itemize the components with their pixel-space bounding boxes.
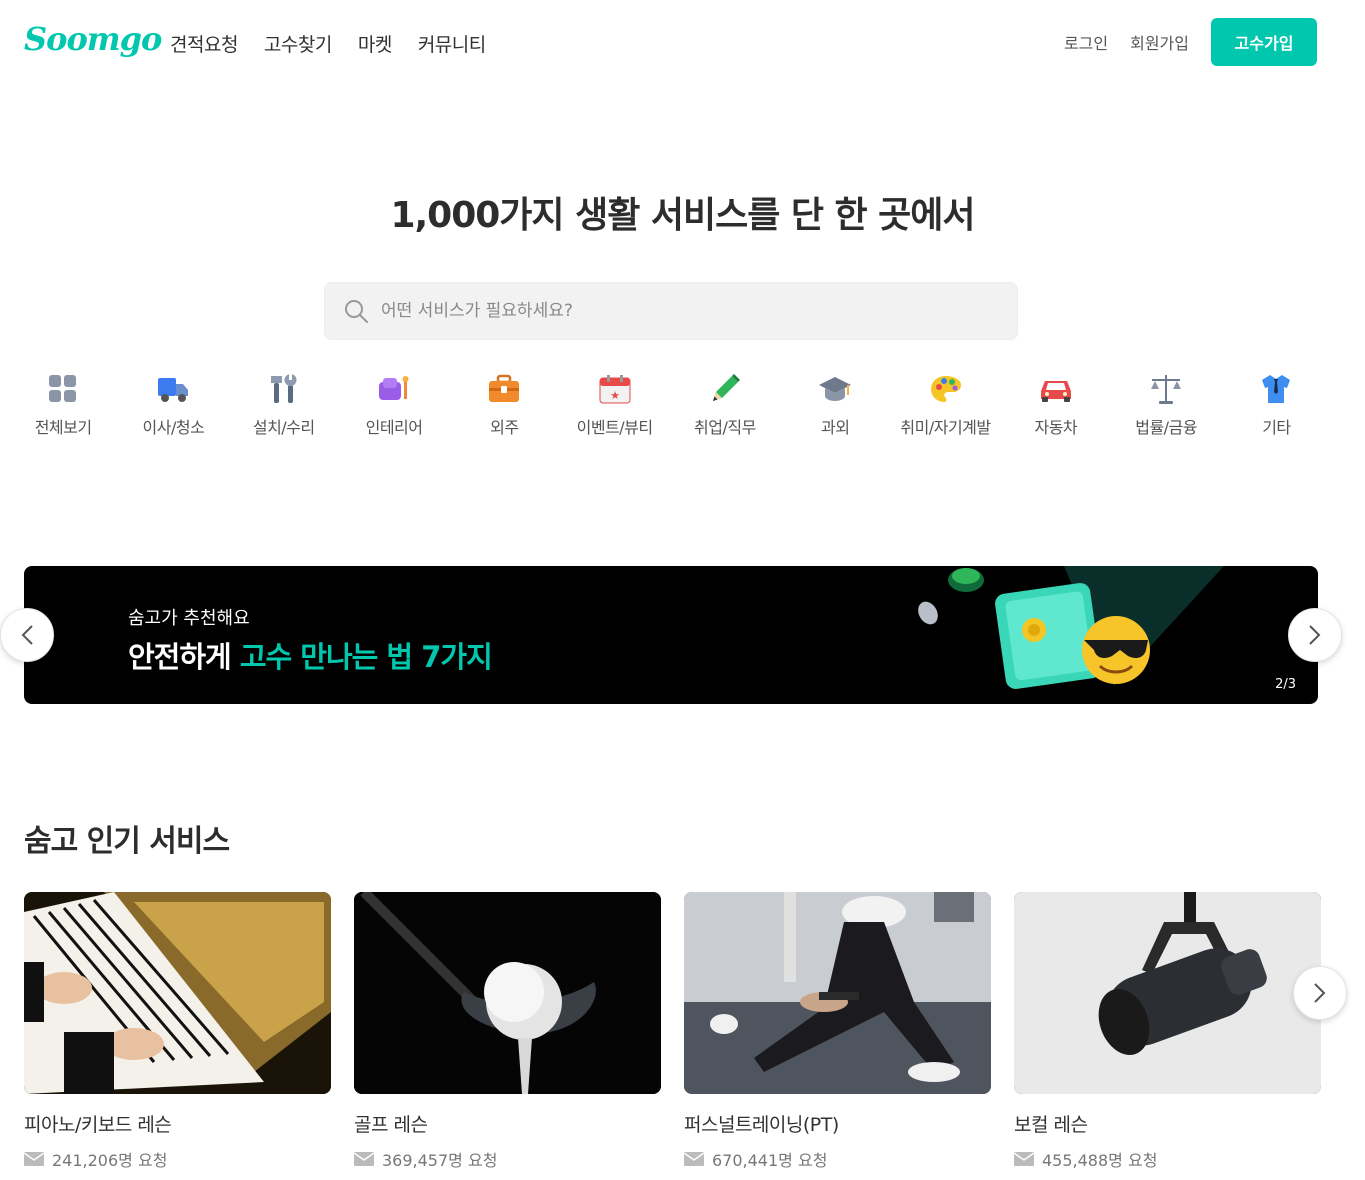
nav-market[interactable]: 마켓	[358, 30, 392, 57]
service-name: 보컬 레슨	[1014, 1114, 1088, 1136]
category-interior[interactable]: 인테리어	[339, 372, 449, 438]
banner-page-indicator: 2/3	[1275, 677, 1296, 692]
calendar-icon: ★	[598, 372, 632, 406]
service-image-golf	[354, 892, 661, 1094]
soomgo-logo[interactable]: Soomgo	[24, 20, 162, 58]
palette-icon	[929, 372, 963, 406]
car-icon	[1039, 372, 1073, 406]
category-etc[interactable]: 기타	[1221, 372, 1331, 438]
shirt-icon	[1259, 372, 1293, 406]
request-count-text: 369,457명 요청	[382, 1151, 498, 1170]
banner-prev-button[interactable]	[0, 608, 54, 662]
banner-title-highlight: 고수 만나는 법 7가지	[239, 640, 493, 674]
request-count: 455,488명 요청	[1014, 1147, 1321, 1171]
truck-icon	[156, 372, 190, 406]
grid-icon	[46, 372, 80, 406]
chevron-right-icon	[1309, 625, 1321, 645]
category-car[interactable]: 자동차	[1001, 372, 1111, 438]
category-job[interactable]: 취업/직무	[670, 372, 780, 438]
briefcase-icon	[487, 372, 521, 406]
category-label: 외주	[490, 418, 519, 437]
service-card-vocal[interactable]: 보컬 레슨 455,488명 요청	[1014, 892, 1321, 1171]
service-name: 골프 레슨	[354, 1114, 428, 1136]
login-link[interactable]: 로그인	[1064, 30, 1108, 54]
chevron-right-icon	[1314, 983, 1326, 1003]
category-label: 취업/직무	[694, 418, 756, 437]
category-law-finance[interactable]: 법률/금융	[1111, 372, 1221, 438]
category-moving-cleaning[interactable]: 이사/청소	[118, 372, 228, 438]
category-outsourcing[interactable]: 외주	[449, 372, 559, 438]
nav-community[interactable]: 커뮤니티	[418, 30, 486, 57]
search-input[interactable]	[381, 301, 981, 321]
request-count-text: 241,206명 요청	[52, 1151, 168, 1170]
category-label: 인테리어	[365, 418, 423, 437]
scale-icon	[1149, 372, 1183, 406]
service-name: 퍼스널트레이닝(PT)	[684, 1114, 839, 1136]
banner-title: 안전하게 고수 만나는 법 7가지	[128, 634, 493, 676]
category-label: 취미/자기계발	[900, 418, 991, 437]
mail-icon	[354, 1152, 374, 1166]
category-label: 이벤트/뷰티	[576, 418, 654, 437]
request-count: 369,457명 요청	[354, 1147, 661, 1171]
request-count-text: 670,441명 요청	[712, 1151, 828, 1170]
header: Soomgo 견적요청 고수찾기 마켓 커뮤니티 로그인 회원가입 고수가입	[0, 0, 1365, 84]
pro-signup-button[interactable]: 고수가입	[1211, 18, 1317, 66]
safe-emoji-illustration	[918, 566, 1224, 689]
graduation-cap-icon	[818, 372, 852, 406]
popular-next-button[interactable]	[1293, 966, 1347, 1020]
service-name: 피아노/키보드 레슨	[24, 1114, 172, 1136]
signup-link[interactable]: 회원가입	[1130, 30, 1189, 54]
category-all[interactable]: 전체보기	[8, 372, 118, 438]
mail-icon	[684, 1152, 704, 1166]
category-tutoring[interactable]: 과외	[780, 372, 890, 438]
service-card-golf[interactable]: 골프 레슨 369,457명 요청	[354, 892, 661, 1171]
tools-icon	[267, 372, 301, 406]
category-hobby[interactable]: 취미/자기계발	[890, 372, 1000, 438]
mail-icon	[1014, 1152, 1034, 1166]
auth-links: 로그인 회원가입 고수가입	[1064, 18, 1317, 66]
service-image-piano	[24, 892, 331, 1094]
banner-subtitle: 숨고가 추천해요	[128, 608, 250, 629]
category-event-beauty[interactable]: ★ 이벤트/뷰티	[559, 372, 669, 438]
banner-title-plain: 안전하게	[128, 640, 232, 674]
category-label: 법률/금융	[1135, 418, 1197, 437]
request-count: 670,441명 요청	[684, 1147, 991, 1171]
chevron-left-icon	[21, 625, 33, 645]
nav-find-pro[interactable]: 고수찾기	[264, 30, 332, 57]
category-label: 전체보기	[34, 418, 92, 437]
popular-services-title: 숨고 인기 서비스	[24, 824, 230, 859]
category-label: 과외	[821, 418, 850, 437]
request-count: 241,206명 요청	[24, 1147, 331, 1171]
sofa-icon	[377, 372, 411, 406]
service-card-piano[interactable]: 피아노/키보드 레슨 241,206명 요청	[24, 892, 331, 1171]
pencil-icon	[708, 372, 742, 406]
promo-banner[interactable]: 숨고가 추천해요 안전하게 고수 만나는 법 7가지 2/3	[24, 566, 1318, 704]
request-count-text: 455,488명 요청	[1042, 1151, 1158, 1170]
popular-services-list: 피아노/키보드 레슨 241,206명 요청 골프 레슨 369,457명 요청	[24, 892, 1321, 1171]
search-icon	[345, 300, 368, 323]
svg-text:★: ★	[610, 389, 620, 402]
service-image-vocal	[1014, 892, 1321, 1094]
service-image-pt	[684, 892, 991, 1094]
category-install-repair[interactable]: 설치/수리	[229, 372, 339, 438]
nav-quote-request[interactable]: 견적요청	[170, 30, 238, 57]
category-label: 설치/수리	[252, 418, 315, 437]
main-nav: 견적요청 고수찾기 마켓 커뮤니티	[170, 30, 486, 57]
mail-icon	[24, 1152, 44, 1166]
category-label: 이사/청소	[142, 418, 205, 437]
category-label: 자동차	[1034, 418, 1078, 437]
category-label: 기타	[1262, 418, 1291, 437]
service-card-pt[interactable]: 퍼스널트레이닝(PT) 670,441명 요청	[684, 892, 991, 1171]
hero-title: 1,000가지 생활 서비스를 단 한 곳에서	[390, 195, 975, 236]
category-list: 전체보기 이사/청소 설치/수리 인테리어 외주 ★ 이벤트/뷰티 취업/직무	[8, 372, 1358, 438]
banner-next-button[interactable]	[1288, 608, 1342, 662]
search-bar[interactable]	[324, 282, 1018, 340]
